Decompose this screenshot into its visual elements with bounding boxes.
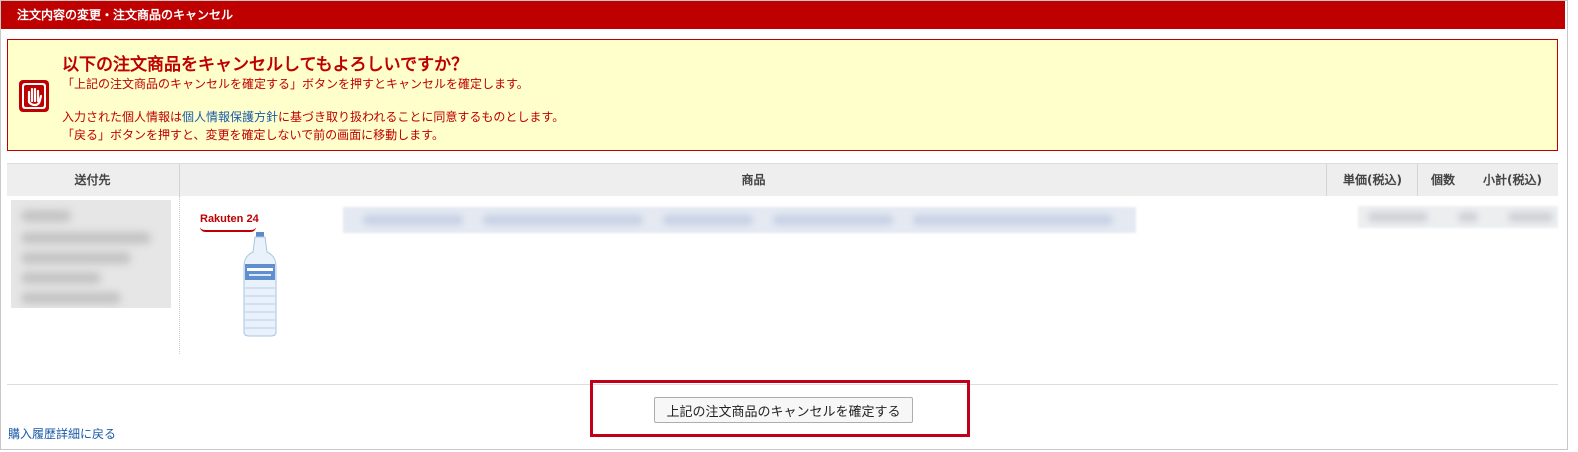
back-to-order-history-link[interactable]: 購入履歴詳細に戻る: [8, 425, 116, 442]
price-values-redacted: [1358, 206, 1558, 228]
confirm-cancel-button[interactable]: 上記の注文商品のキャンセルを確定する: [654, 397, 913, 423]
warning-box: 以下の注文商品をキャンセルしてもよろしいですか？ 「上記の注文商品のキャンセルを…: [7, 39, 1558, 151]
stop-hand-icon: [19, 80, 49, 112]
product-image: [243, 232, 277, 337]
privacy-text-before: 入力された個人情報は: [62, 110, 183, 124]
privacy-policy-link[interactable]: 個人情報保護方針: [182, 110, 278, 124]
privacy-text-after: に基づき取り扱われることに同意するものとします。: [278, 110, 565, 124]
product-name-redacted: [343, 207, 1136, 233]
warning-text-confirm: 「上記の注文商品のキャンセルを確定する」ボタンを押すとキャンセルを確定します。: [62, 77, 529, 91]
warning-text-back: 「戻る」ボタンを押すと、変更を確定しないで前の画面に移動します。: [62, 128, 444, 142]
order-table-header: 送付先 商品 単価(税込) 個数 小計(税込): [7, 163, 1558, 196]
destination-address-redacted: [11, 200, 171, 308]
warning-heading: 以下の注文商品をキャンセルしてもよろしいですか？: [62, 55, 469, 75]
page-title-bar: 注文内容の変更・注文商品のキャンセル: [1, 1, 1565, 29]
column-divider: [179, 196, 180, 354]
column-header-subtotal: 小計(税込): [1483, 173, 1542, 187]
shop-logo: Rakuten 24: [200, 213, 259, 225]
column-header-quantity: 個数: [1417, 164, 1468, 196]
column-header-product: 商品: [179, 164, 1327, 196]
warning-text-privacy: 入力された個人情報は個人情報保護方針に基づき取り扱われることに同意するものとしま…: [62, 108, 564, 125]
column-header-unit-price: 単価(税込): [1326, 164, 1418, 196]
column-header-destination: 送付先: [74, 173, 111, 187]
page-title: 注文内容の変更・注文商品のキャンセル: [17, 8, 234, 22]
